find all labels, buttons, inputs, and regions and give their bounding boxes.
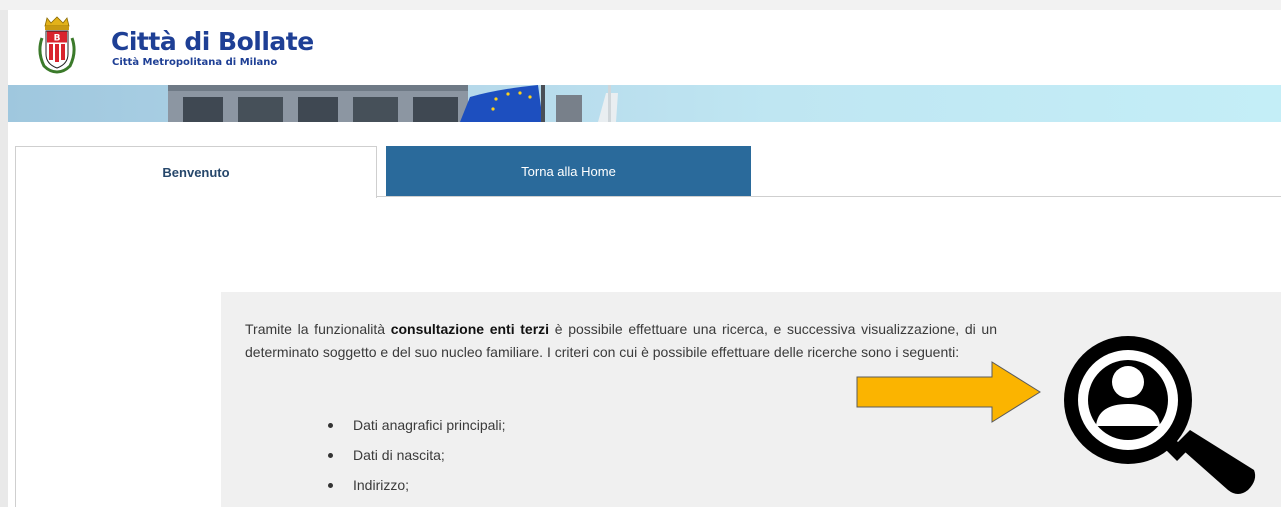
intro-feature-name: consultazione enti terzi bbox=[390, 321, 550, 337]
intro-text-start: Tramite la funzionalità bbox=[245, 321, 391, 337]
tab-benvenuto[interactable]: Benvenuto bbox=[15, 146, 377, 198]
list-item: Indirizzo; bbox=[314, 470, 506, 500]
top-strip bbox=[0, 0, 1281, 10]
list-item: Dati anagrafici principali; bbox=[314, 410, 506, 440]
person-search-icon bbox=[1064, 336, 1256, 494]
site-title[interactable]: Città di Bollate bbox=[111, 28, 314, 56]
left-margin bbox=[0, 122, 8, 507]
site-header: B Città di Bollate Città Metropolitana d… bbox=[8, 10, 1281, 85]
site-subtitle: Città Metropolitana di Milano bbox=[112, 57, 278, 68]
tab-divider bbox=[377, 196, 1281, 197]
header-banner-image bbox=[8, 85, 1281, 122]
intro-paragraph: Tramite la funzionalità consultazione en… bbox=[245, 318, 997, 363]
criteria-list: Dati anagrafici principali; Dati di nasc… bbox=[314, 410, 506, 500]
list-item: Dati di nascita; bbox=[314, 440, 506, 470]
arrow-right-icon bbox=[856, 361, 1041, 423]
city-crest-icon[interactable]: B bbox=[36, 16, 78, 74]
tab-panel-border bbox=[15, 197, 16, 507]
crest-letter: B bbox=[54, 34, 61, 44]
tab-torna-alla-home[interactable]: Torna alla Home bbox=[386, 146, 751, 197]
